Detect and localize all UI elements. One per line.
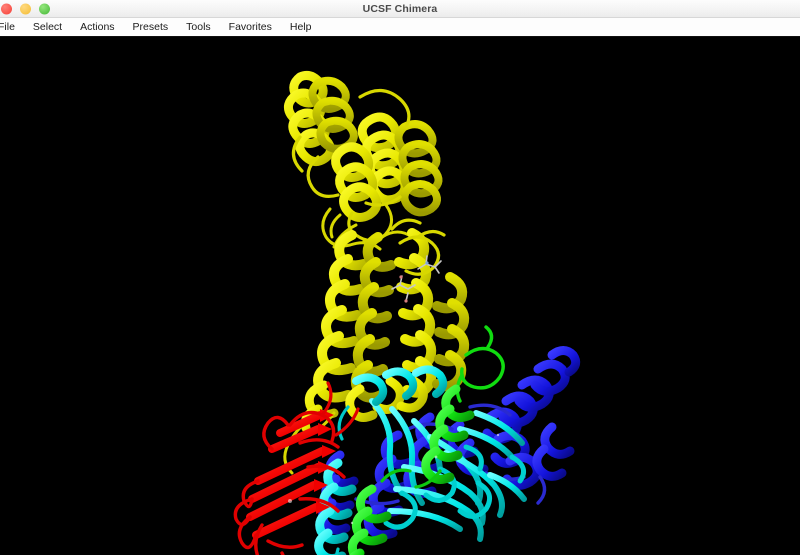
menu-file[interactable]: File: [0, 18, 24, 36]
window-title: UCSF Chimera: [362, 2, 438, 15]
menu-favorites[interactable]: Favorites: [220, 18, 281, 36]
menu-presets[interactable]: Presets: [124, 18, 178, 36]
menu-select[interactable]: Select: [24, 18, 71, 36]
menu-tools[interactable]: Tools: [177, 18, 220, 36]
maximize-window-button[interactable]: [39, 3, 50, 14]
ribbon-structure: [0, 37, 800, 555]
menu-help[interactable]: Help: [281, 18, 321, 36]
traffic-light-group: [0, 3, 50, 14]
minimize-window-button[interactable]: [20, 3, 31, 14]
close-window-button[interactable]: [1, 3, 12, 14]
menubar: File Select Actions Presets Tools Favori…: [0, 18, 800, 37]
molecular-graphics-canvas[interactable]: [0, 37, 800, 555]
window-titlebar: UCSF Chimera: [0, 0, 800, 18]
menu-actions[interactable]: Actions: [71, 18, 123, 36]
chimera-window: UCSF Chimera File Select Actions Presets…: [0, 0, 800, 555]
